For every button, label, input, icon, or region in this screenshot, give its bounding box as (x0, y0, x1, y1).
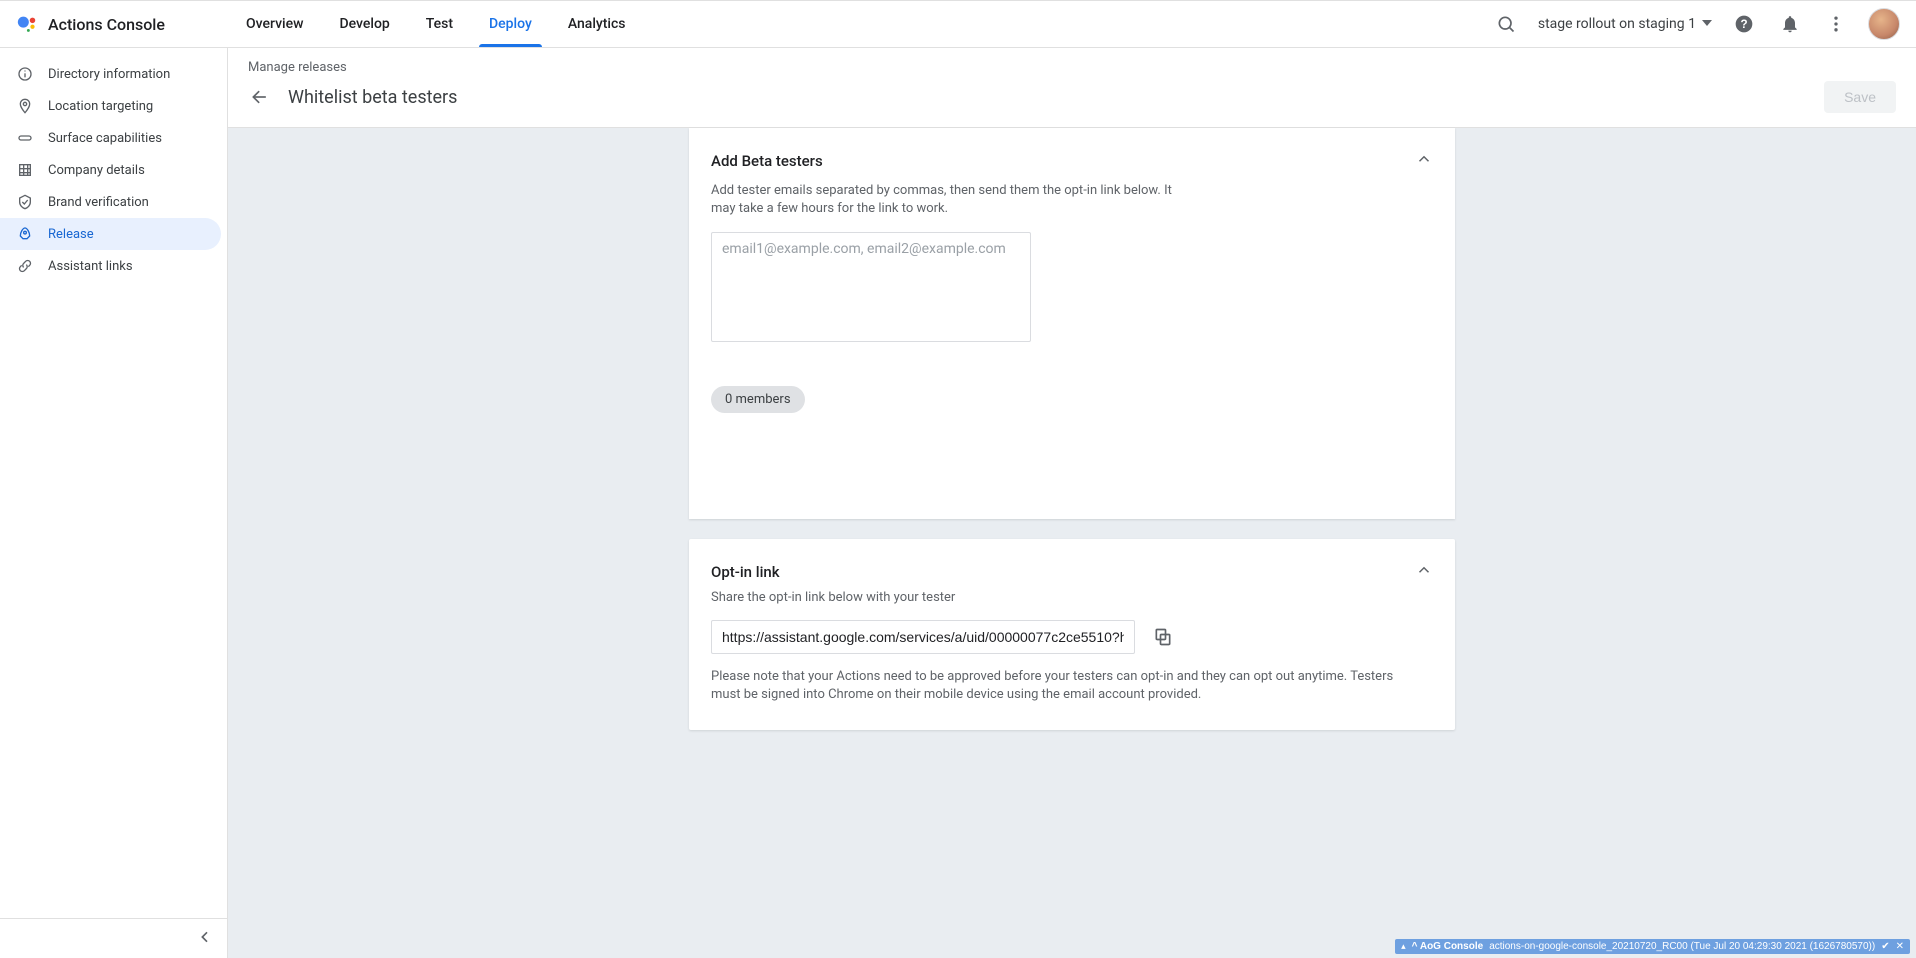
collapse-card-button[interactable] (1415, 150, 1433, 172)
sidebar-item-release[interactable]: Release (0, 218, 221, 250)
help-icon[interactable]: ? (1730, 10, 1758, 38)
sidebar-item-label: Company details (48, 163, 145, 178)
top-tabs: Overview Develop Test Deploy Analytics (228, 1, 643, 47)
page-title: Whitelist beta testers (288, 87, 457, 108)
sidebar-item-brand-verification[interactable]: Brand verification (0, 186, 221, 218)
project-picker[interactable]: stage rollout on staging 1 (1538, 16, 1712, 32)
build-prefix: ^ AoG Console (1412, 941, 1484, 952)
sidebar-item-assistant-links[interactable]: Assistant links (0, 250, 221, 282)
sidebar-item-company-details[interactable]: Company details (0, 154, 221, 186)
sidebar-item-location-targeting[interactable]: Location targeting (0, 90, 221, 122)
tab-develop[interactable]: Develop (321, 1, 407, 47)
brand[interactable]: Actions Console (0, 13, 228, 35)
card-title: Opt-in link (711, 563, 780, 581)
sidebar-item-surface-capabilities[interactable]: Surface capabilities (0, 122, 221, 154)
sidebar-collapse[interactable] (0, 918, 227, 958)
surface-icon (16, 129, 34, 147)
save-button[interactable]: Save (1824, 81, 1896, 113)
copy-link-button[interactable] (1149, 623, 1177, 651)
top-right-controls: stage rollout on staging 1 ? (1492, 8, 1900, 40)
card-opt-in-link: Opt-in link Share the opt-in link below … (689, 539, 1455, 730)
card-description: Add tester emails separated by commas, t… (711, 182, 1181, 218)
main: Manage releases Whitelist beta testers S… (228, 48, 1916, 958)
info-icon (16, 65, 34, 83)
search-icon[interactable] (1492, 10, 1520, 38)
verified-icon (16, 193, 34, 211)
opt-in-note: Please note that your Actions need to be… (711, 668, 1411, 704)
build-check-icon: ✔ (1881, 941, 1889, 952)
sidebar-item-label: Release (48, 227, 94, 242)
collapse-card-button[interactable] (1415, 561, 1433, 583)
chevron-left-icon (197, 929, 213, 949)
app-bar: Actions Console Overview Develop Test De… (0, 0, 1916, 48)
tab-test[interactable]: Test (408, 1, 471, 47)
build-info-badge: ▴ ^ AoG Console actions-on-google-consol… (1395, 939, 1910, 954)
sidebar-item-label: Location targeting (48, 99, 153, 114)
avatar[interactable] (1868, 8, 1900, 40)
tester-emails-input[interactable] (711, 232, 1031, 342)
card-title: Add Beta testers (711, 152, 823, 170)
brand-name: Actions Console (48, 15, 165, 34)
sidebar-item-directory-information[interactable]: Directory information (0, 58, 221, 90)
link-icon (16, 257, 34, 275)
members-chip[interactable]: 0 members (711, 386, 805, 413)
sidebar: Directory information Location targeting… (0, 48, 228, 958)
company-icon (16, 161, 34, 179)
card-description: Share the opt-in link below with your te… (711, 589, 1181, 607)
location-icon (16, 97, 34, 115)
sidebar-item-label: Directory information (48, 67, 170, 82)
build-caret-icon[interactable]: ▴ (1401, 941, 1406, 952)
project-picker-label: stage rollout on staging 1 (1538, 16, 1696, 32)
build-close-icon[interactable]: ✕ (1896, 941, 1904, 952)
sidebar-item-label: Brand verification (48, 195, 149, 210)
more-menu-icon[interactable] (1822, 10, 1850, 38)
opt-in-link-field[interactable] (711, 620, 1135, 654)
main-header: Manage releases Whitelist beta testers S… (228, 48, 1916, 128)
breadcrumb[interactable]: Manage releases (248, 60, 1896, 75)
build-text: actions-on-google-console_20210720_RC00 … (1489, 941, 1875, 952)
content-area: Add Beta testers Add tester emails separ… (228, 128, 1916, 958)
tab-analytics[interactable]: Analytics (550, 1, 644, 47)
dropdown-icon (1702, 16, 1712, 32)
tab-deploy[interactable]: Deploy (471, 1, 550, 47)
assistant-logo-icon (16, 13, 38, 35)
sidebar-item-label: Surface capabilities (48, 131, 162, 146)
tab-overview[interactable]: Overview (228, 1, 321, 47)
sidebar-item-label: Assistant links (48, 259, 133, 274)
back-button[interactable] (248, 85, 272, 109)
card-add-beta-testers: Add Beta testers Add tester emails separ… (689, 128, 1455, 519)
notifications-icon[interactable] (1776, 10, 1804, 38)
svg-text:?: ? (1740, 18, 1747, 31)
rocket-icon (16, 225, 34, 243)
